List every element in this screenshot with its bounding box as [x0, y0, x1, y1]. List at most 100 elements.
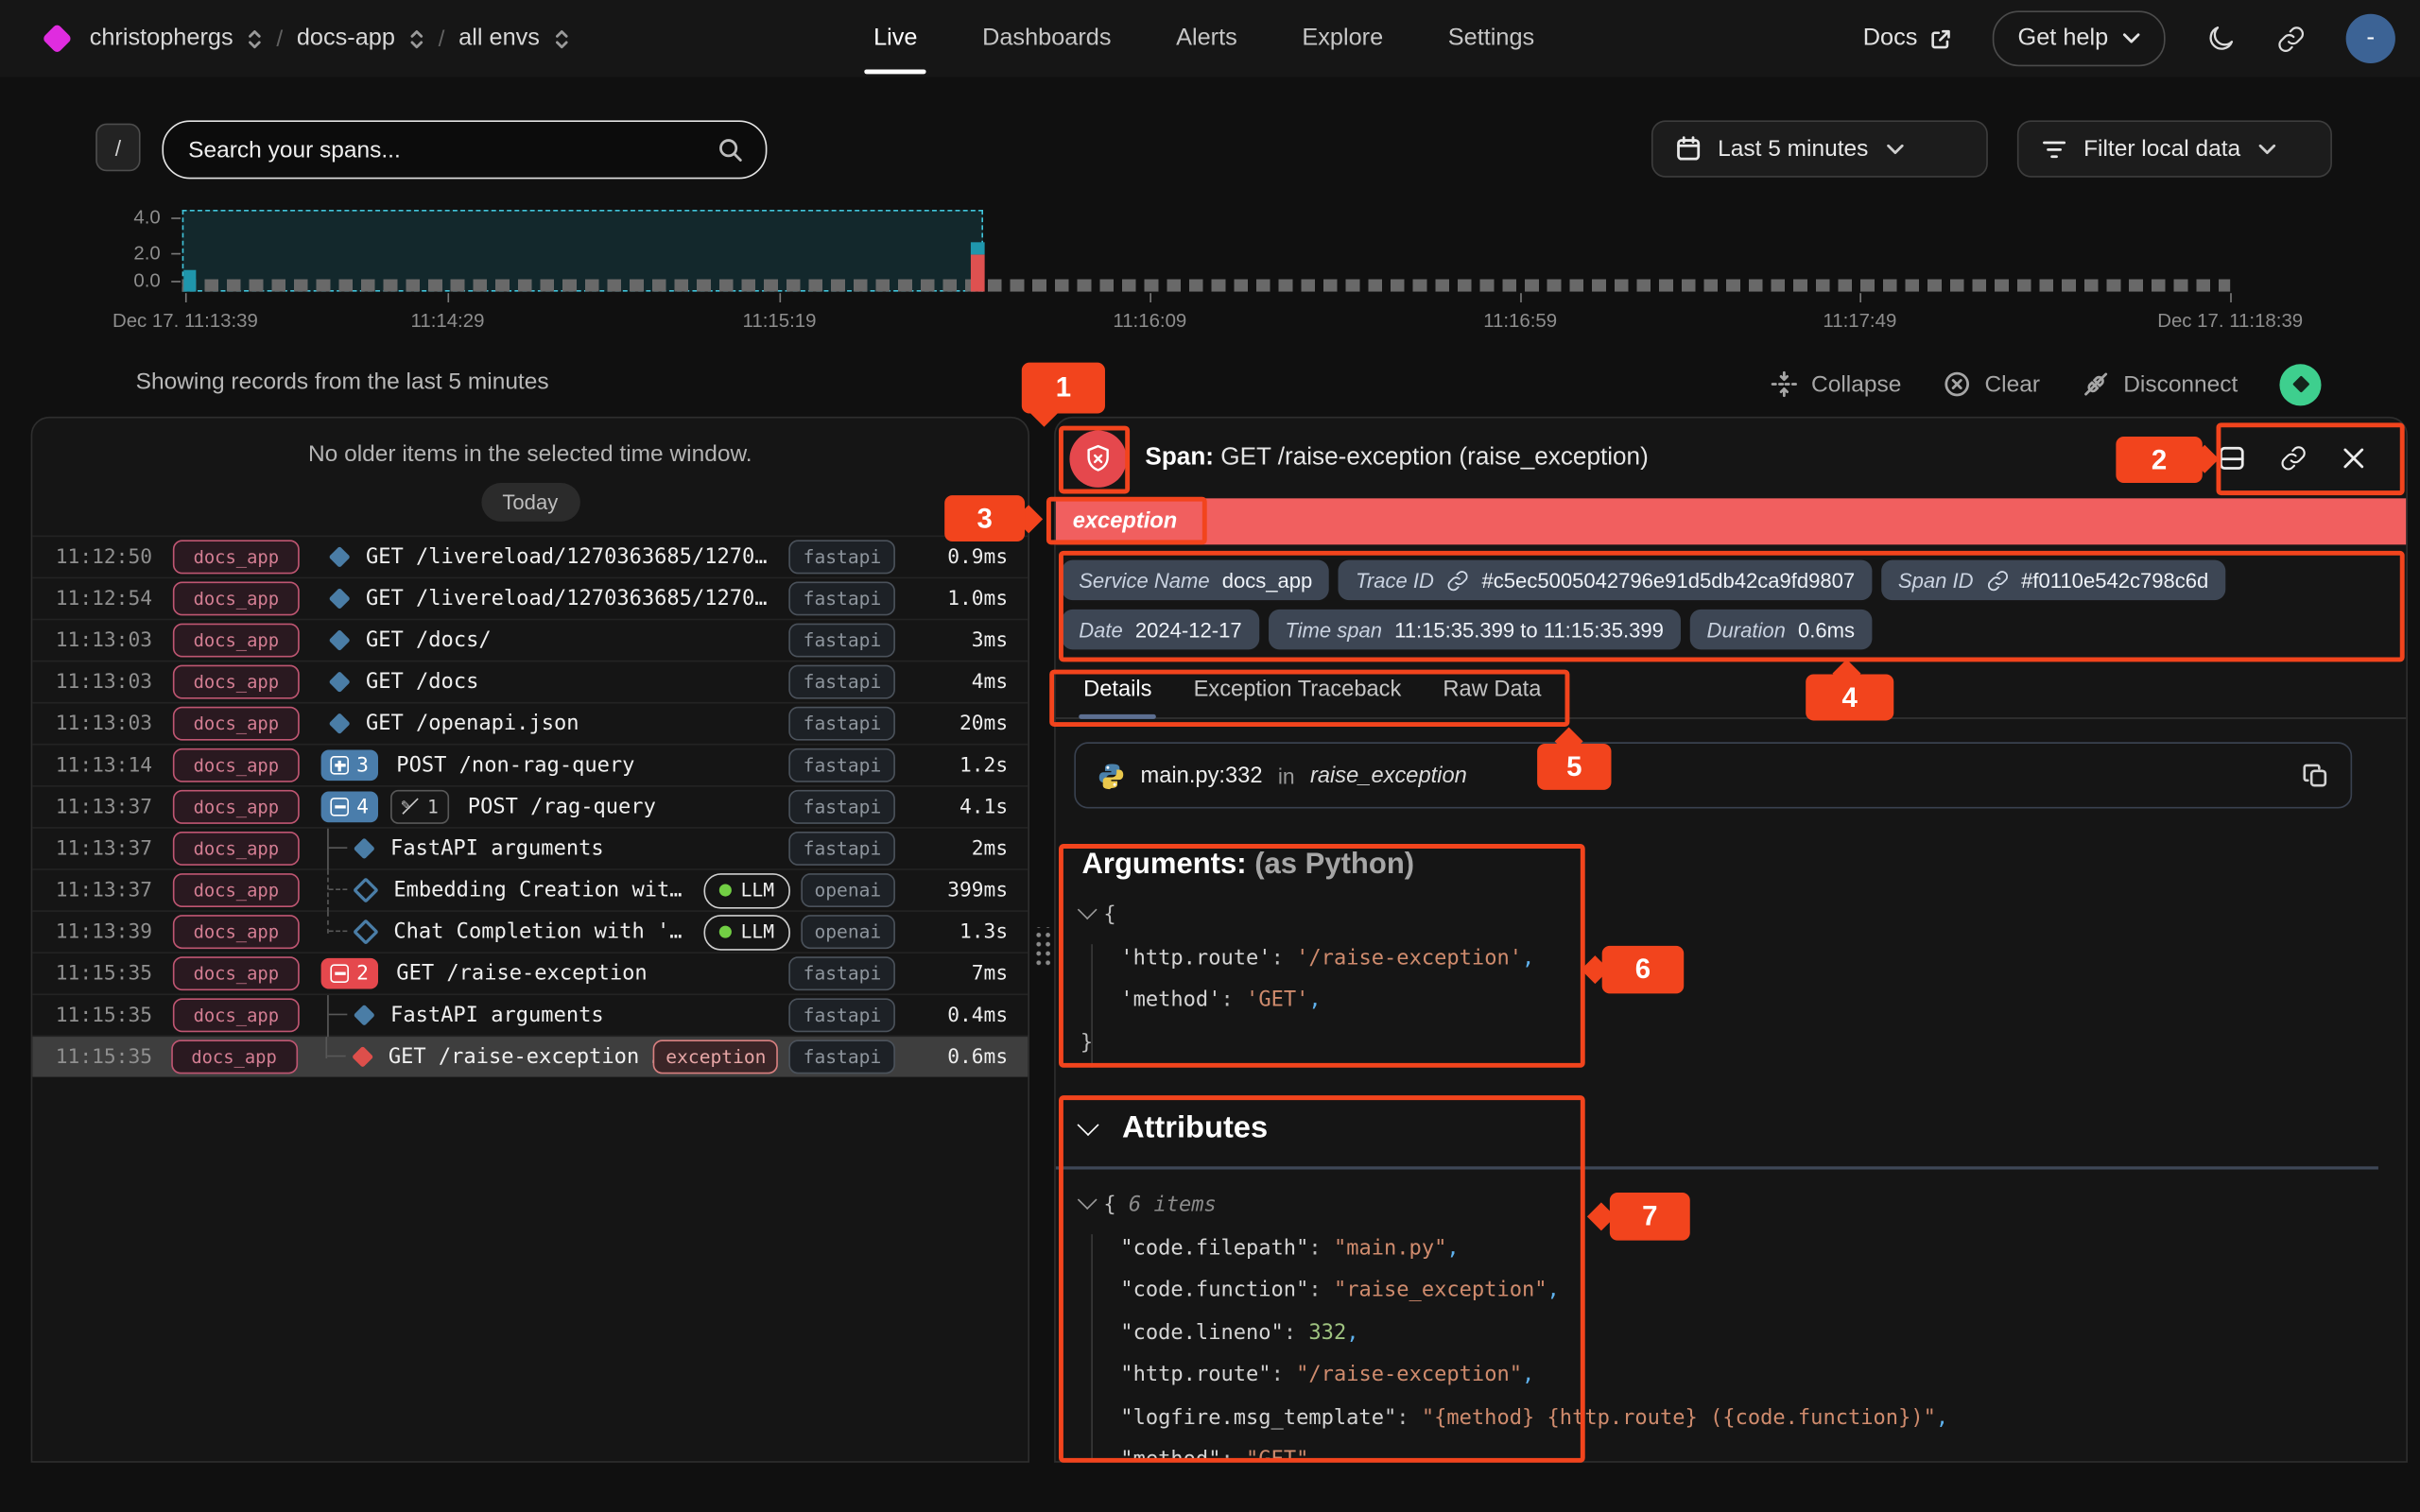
row-duration: 4ms: [906, 670, 1008, 693]
moon-icon: [2205, 23, 2237, 54]
span-diamond-hollow-icon: [353, 877, 379, 903]
span-row[interactable]: 11:13:39 docs_app Chat Completion with '…: [32, 910, 1028, 952]
service-badge: fastapi: [789, 790, 895, 824]
source-in-label: in: [1278, 763, 1295, 787]
span-row[interactable]: 11:15:35 docs_app 2 GET /raise-exception…: [32, 952, 1028, 993]
dark-mode-toggle[interactable]: [2205, 23, 2237, 54]
avatar[interactable]: -: [2346, 14, 2395, 63]
bar-ok: [971, 242, 985, 254]
annotation-box-4: [1059, 551, 2405, 662]
span-name: Embedding Creation wit…: [393, 878, 682, 902]
get-help-button[interactable]: Get help: [1993, 10, 2165, 66]
row-duration: 3ms: [906, 628, 1008, 651]
project-selector[interactable]: docs-app: [297, 25, 395, 52]
row-time: 11:13:03: [56, 628, 154, 651]
x-tick-label: Dec 17. 11:18:39: [2157, 310, 2303, 332]
row-time: 11:15:35: [56, 962, 154, 985]
disconnect-button[interactable]: Disconnect: [2082, 370, 2238, 398]
filter-local-data-button[interactable]: Filter local data: [2017, 120, 2332, 177]
logfire-logo-icon[interactable]: [42, 24, 72, 54]
row-time: 11:15:35: [56, 1004, 154, 1026]
time-range-button[interactable]: Last 5 minutes: [1651, 120, 1988, 177]
spans-list-panel: No older items in the selected time wind…: [31, 417, 1029, 1463]
project-selector-updown-icon: [409, 27, 424, 50]
span-row[interactable]: 11:13:37 docs_app FastAPI arguments fast…: [32, 827, 1028, 868]
row-time: 11:13:37: [56, 796, 154, 818]
tab-alerts[interactable]: Alerts: [1176, 25, 1237, 52]
service-badge: openai: [801, 873, 895, 907]
tab-dashboards[interactable]: Dashboards: [982, 25, 1111, 52]
tree-connector: [310, 994, 356, 1036]
x-tick-mark: [447, 293, 449, 302]
span-row[interactable]: 11:13:37 docs_app 4 ✎1 POST /rag-query f…: [32, 785, 1028, 827]
annotation-label-3: 3: [944, 495, 1025, 541]
live-indicator-button[interactable]: [2279, 363, 2321, 404]
clear-button[interactable]: Clear: [1943, 370, 2040, 398]
span-name: POST /rag-query: [468, 795, 656, 819]
org-selector-updown-icon: [247, 27, 262, 50]
empty-notice: No older items in the selected time wind…: [32, 441, 1028, 468]
search-icon: [717, 136, 744, 163]
span-name: FastAPI arguments: [390, 836, 604, 861]
span-row[interactable]: 11:15:35 docs_app FastAPI arguments fast…: [32, 993, 1028, 1035]
green-dot-icon: [719, 885, 732, 897]
row-duration: 399ms: [906, 879, 1008, 902]
span-row-selected[interactable]: 11:15:35 docs_app GET /raise-exception ……: [32, 1036, 1028, 1077]
annotation-label-7: 7: [1610, 1193, 1690, 1241]
share-link-button[interactable]: [2276, 24, 2306, 53]
span-row[interactable]: 11:12:54 docs_app GET /livereload/127036…: [32, 577, 1028, 619]
collapse-button[interactable]: Collapse: [1770, 370, 1901, 398]
exception-badge: exception: [653, 1040, 778, 1074]
app-badge: docs_app: [173, 665, 300, 699]
row-time: 11:13:03: [56, 670, 154, 693]
row-time: 11:13:39: [56, 920, 154, 943]
annotation-box-2: [2216, 422, 2404, 495]
today-pill[interactable]: Today: [481, 483, 579, 522]
tab-explore[interactable]: Explore: [1302, 25, 1383, 52]
showing-records-text: Showing records from the last 5 minutes: [136, 369, 549, 395]
x-circle-icon: [1943, 370, 1970, 398]
y-tick-label: 2.0: [95, 242, 161, 264]
logfire-live-view: christophergs / docs-app / all envs Live…: [0, 0, 2420, 1512]
span-row[interactable]: 11:13:03 docs_app GET /docs/ fastapi3ms: [32, 619, 1028, 661]
pencil-off-icon: ✎: [401, 798, 420, 816]
panel-resize-grip[interactable]: [1032, 927, 1051, 966]
row-duration: 1.0ms: [906, 587, 1008, 610]
span-row[interactable]: 11:12:50 docs_app GET /livereload/127036…: [32, 536, 1028, 577]
span-diamond-error-icon: [352, 1046, 373, 1068]
env-selector[interactable]: all envs: [458, 25, 540, 52]
app-badge: docs_app: [173, 832, 300, 866]
span-name: GET /livereload/1270363685/1270…: [366, 544, 768, 569]
filter-icon: [2042, 138, 2066, 160]
llm-tag: LLM: [703, 914, 789, 950]
y-tick-mark: [171, 281, 181, 283]
child-count-badge[interactable]: 4: [321, 792, 378, 823]
service-badge: openai: [801, 915, 895, 949]
annotation-label-2: 2: [2116, 437, 2202, 483]
search-input[interactable]: [164, 136, 717, 163]
child-count-badge[interactable]: 3: [321, 749, 378, 781]
app-badge: docs_app: [173, 582, 300, 616]
tab-live[interactable]: Live: [873, 25, 917, 52]
copy-source-button[interactable]: [2303, 763, 2329, 789]
org-selector[interactable]: christophergs: [90, 25, 233, 52]
y-tick-mark: [171, 253, 181, 255]
spans-timeline-chart[interactable]: 4.0 2.0 0.0 Dec 17. 11:13:39 11:14:29 11…: [0, 198, 2420, 368]
copy-icon: [2303, 763, 2329, 789]
span-row[interactable]: 11:13:14 docs_app 3 POST /non-rag-query …: [32, 744, 1028, 785]
row-duration: 7ms: [906, 962, 1008, 985]
span-row[interactable]: 11:13:03 docs_app GET /openapi.json fast…: [32, 702, 1028, 744]
child-count-badge-error[interactable]: 2: [321, 958, 378, 989]
docs-link[interactable]: Docs: [1863, 25, 1953, 52]
scrubbed-count-badge[interactable]: ✎1: [390, 790, 449, 824]
collapse-icon: [1770, 370, 1797, 398]
span-name: GET /docs/: [366, 627, 492, 652]
app-badge: docs_app: [173, 790, 300, 824]
span-row[interactable]: 11:13:03 docs_app GET /docs fastapi4ms: [32, 661, 1028, 702]
row-duration: 0.4ms: [906, 1004, 1008, 1026]
span-row[interactable]: 11:13:37 docs_app Embedding Creation wit…: [32, 868, 1028, 910]
span-diamond-icon: [329, 588, 351, 610]
app-badge: docs_app: [173, 915, 300, 949]
tab-settings[interactable]: Settings: [1448, 25, 1534, 52]
bar-ok: [183, 270, 196, 292]
